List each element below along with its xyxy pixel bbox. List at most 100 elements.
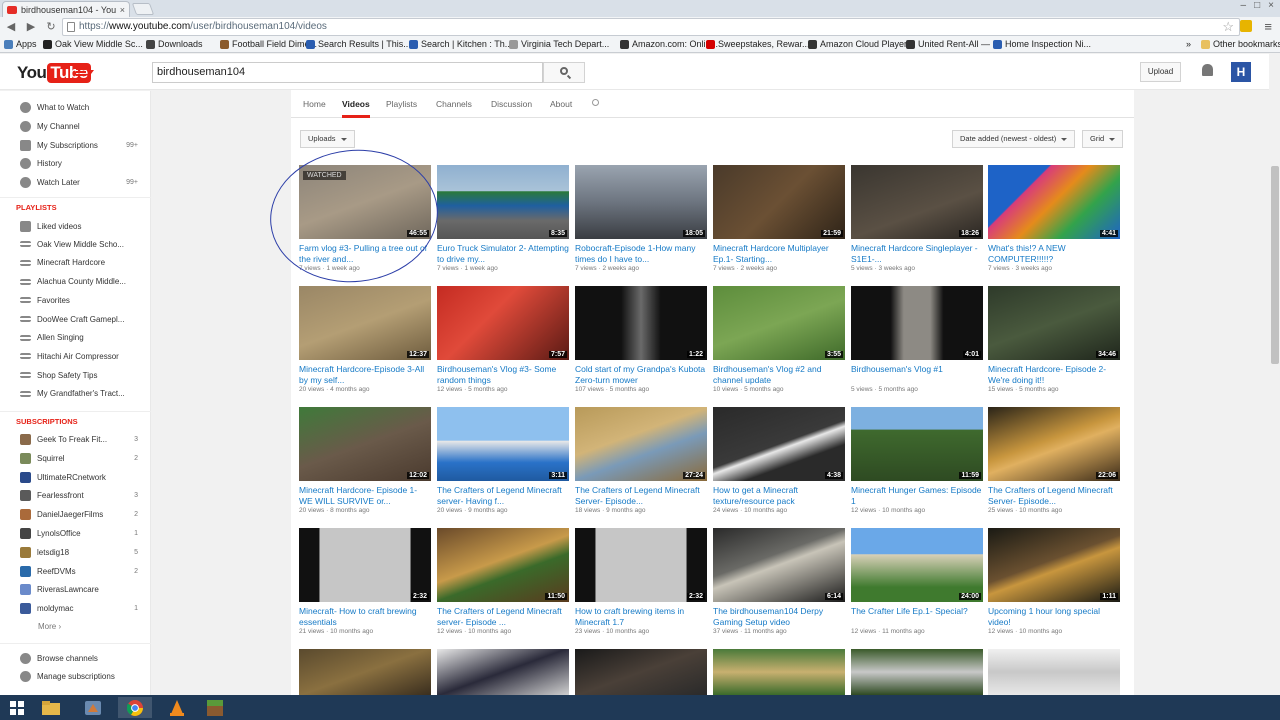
video-title-link[interactable]: How to craft brewing items in Minecraft … [575,606,707,627]
video-title-link[interactable]: Robocraft-Episode 1-How many times do I … [575,243,707,264]
close-window-button[interactable]: × [1268,0,1274,11]
video-card[interactable]: 1:11 Upcoming 1 hour long special video! 1… [988,528,1120,635]
bookmark-item[interactable]: Virginia Tech Depart... [509,39,609,49]
guide-item-playlist-5[interactable]: DooWee Craft Gamepl... [20,315,138,324]
notifications-bell-icon[interactable] [1202,64,1213,76]
chrome-menu-icon[interactable]: ≡ [1264,19,1272,34]
vlc-icon[interactable] [160,697,194,718]
guide-item-main-1[interactable]: My Channel [20,120,138,132]
chevron-down-icon[interactable] [88,70,94,74]
video-card[interactable]: 12:37 Minecraft Hardcore-Episode 3-All by… [299,286,431,393]
video-card[interactable]: 18:05 Robocraft-Episode 1-How many times … [575,165,707,272]
search-button[interactable] [543,62,585,83]
tab-home[interactable]: Home [303,99,326,109]
video-thumbnail[interactable] [713,649,845,695]
video-title-link[interactable]: What's this!? A NEW COMPUTER!!!!!? [988,243,1120,264]
video-thumbnail[interactable] [851,649,983,695]
guide-item-subscription-5[interactable]: LynolsOffice 1 [20,528,138,539]
video-title-link[interactable]: The Crafters of Legend Minecraft Server-… [575,485,707,506]
guide-item-main-0[interactable]: What to Watch [20,102,138,113]
video-title-link[interactable]: Minecraft Hardcore- Episode 1- WE WILL S… [299,485,431,506]
video-card[interactable]: 7:57 Birdhouseman's Vlog #3- Some random … [437,286,569,393]
avatar[interactable]: H [1231,62,1251,82]
video-thumbnail[interactable] [575,649,707,695]
video-title-link[interactable]: Birdhouseman's Vlog #1 [851,364,983,385]
bookmark-item[interactable]: Search | Kitchen : Th... [409,39,512,49]
forward-arrow-icon[interactable]: ▶ [24,20,38,34]
tab-discussion[interactable]: Discussion [491,99,532,109]
guide-item-subscription-3[interactable]: Fearlessfront 3 [20,490,138,502]
minimize-button[interactable]: – [1241,0,1247,11]
video-card[interactable]: 11:50 The Crafters of Legend Minecraft se… [437,528,569,635]
video-title-link[interactable]: Minecraft Hardcore Singleplayer - S1E1-.… [851,243,983,264]
video-card[interactable]: 24:00 The Crafter Life Ep.1- Special? 12 v… [851,528,983,635]
guide-item-subscription-9[interactable]: moldymac 1 [20,603,138,615]
video-card[interactable]: 21:59 Minecraft Hardcore Multiplayer Ep.1… [713,165,845,272]
video-card[interactable]: 3:11 The Crafters of Legend Minecraft ser… [437,407,569,514]
video-title-link[interactable]: Euro Truck Simulator 2- Attempting to dr… [437,243,569,264]
video-thumbnail[interactable]: 3:55 [713,286,845,360]
video-card[interactable]: 3:55 Birdhouseman's Vlog #2 and channel u… [713,286,845,393]
video-thumbnail[interactable]: 12:02 [299,407,431,481]
guide-item-main-3[interactable]: History [20,158,138,170]
view-dropdown[interactable]: Grid [1082,130,1124,148]
video-thumbnail[interactable]: 34:46 [988,286,1120,360]
guide-menu-icon[interactable] [76,68,86,76]
tab-about[interactable]: About [550,99,572,109]
video-thumbnail[interactable]: 11:50 [437,528,569,602]
guide-more-link[interactable]: More › [38,622,156,631]
video-title-link[interactable]: Minecraft- How to craft brewing essentia… [299,606,431,627]
bookmark-item[interactable]: Football Field Dime... [220,39,317,49]
video-card[interactable]: 11:59 Minecraft Hunger Games: Episode 1 12… [851,407,983,514]
back-arrow-icon[interactable]: ◀ [4,20,18,34]
guide-item-subscription-6[interactable]: letsdig18 5 [20,546,138,558]
video-card[interactable]: 8:35 Euro Truck Simulator 2- Attempting t… [437,165,569,272]
video-thumbnail[interactable]: 2:32 [575,528,707,602]
tab-playlists[interactable]: Playlists [386,99,417,109]
video-thumbnail[interactable]: 4:41 [988,165,1120,239]
address-bar[interactable]: https://www.youtube.com/user/birdhousema… [62,18,1240,36]
video-title-link[interactable]: The Crafters of Legend Minecraft server-… [437,606,569,627]
video-card[interactable]: 18:26 Minecraft Hardcore Singleplayer - S… [851,165,983,272]
video-card[interactable]: 2:32 How to craft brewing items in Minecr… [575,528,707,635]
video-title-link[interactable]: The Crafter Life Ep.1- Special? [851,606,983,627]
bookmark-item[interactable]: Amazon Cloud Player [808,39,907,49]
video-thumbnail[interactable] [437,649,569,695]
chrome-icon[interactable] [118,697,152,718]
video-thumbnail[interactable]: 11:59 [851,407,983,481]
windows-start-icon[interactable] [0,697,34,718]
video-thumbnail[interactable]: 21:59 [713,165,845,239]
video-thumbnail[interactable]: 27:24 [575,407,707,481]
video-thumbnail[interactable]: 18:26 [851,165,983,239]
file-explorer-icon[interactable] [34,697,68,718]
video-title-link[interactable]: The Crafters of Legend Minecraft Server-… [988,485,1120,506]
video-thumbnail[interactable]: 1:22 [575,286,707,360]
guide-item-playlist-7[interactable]: Hitachi Air Compressor [20,352,138,361]
video-card[interactable]: 12:02 Minecraft Hardcore- Episode 1- WE W… [299,407,431,514]
bookmark-item[interactable]: Apps [4,39,37,49]
video-title-link[interactable]: Cold start of my Grandpa's Kubota Zero-t… [575,364,707,385]
video-thumbnail[interactable]: 7:57 [437,286,569,360]
bookmark-item[interactable]: Home Inspection Ni... [993,39,1091,49]
maximize-button[interactable]: □ [1254,0,1260,11]
video-title-link[interactable]: Minecraft Hardcore- Episode 2- We're doi… [988,364,1120,385]
video-thumbnail[interactable] [299,649,431,695]
video-thumbnail[interactable]: 24:00 [851,528,983,602]
guide-item-playlist-1[interactable]: Oak View Middle Scho... [20,240,138,249]
video-title-link[interactable]: Minecraft Hardcore-Episode 3-All by my s… [299,364,431,385]
new-tab-button[interactable] [131,3,155,15]
guide-item-playlist-0[interactable]: Liked videos [20,221,138,232]
video-thumbnail[interactable]: 22:06 [988,407,1120,481]
video-card[interactable]: 4:38 How to get a Minecraft texture/resou… [713,407,845,514]
sort-dropdown[interactable]: Date added (newest - oldest) [952,130,1076,148]
guide-item-main-2[interactable]: My Subscriptions 99+ [20,139,138,151]
guide-item-subscription-4[interactable]: DanielJaegerFilms 2 [20,509,138,521]
video-thumbnail[interactable]: 4:38 [713,407,845,481]
video-thumbnail[interactable]: 6:14 [713,528,845,602]
video-thumbnail[interactable]: 18:05 [575,165,707,239]
video-card[interactable]: 2:32 Minecraft- How to craft brewing esse… [299,528,431,635]
bookmark-item[interactable]: Sweepstakes, Rewar... [706,39,810,49]
guide-item-subscription-8[interactable]: RiverasLawncare [20,584,138,596]
video-card[interactable]: 1:22 Cold start of my Grandpa's Kubota Ze… [575,286,707,393]
guide-item-playlist-6[interactable]: Allen Singing [20,333,138,342]
